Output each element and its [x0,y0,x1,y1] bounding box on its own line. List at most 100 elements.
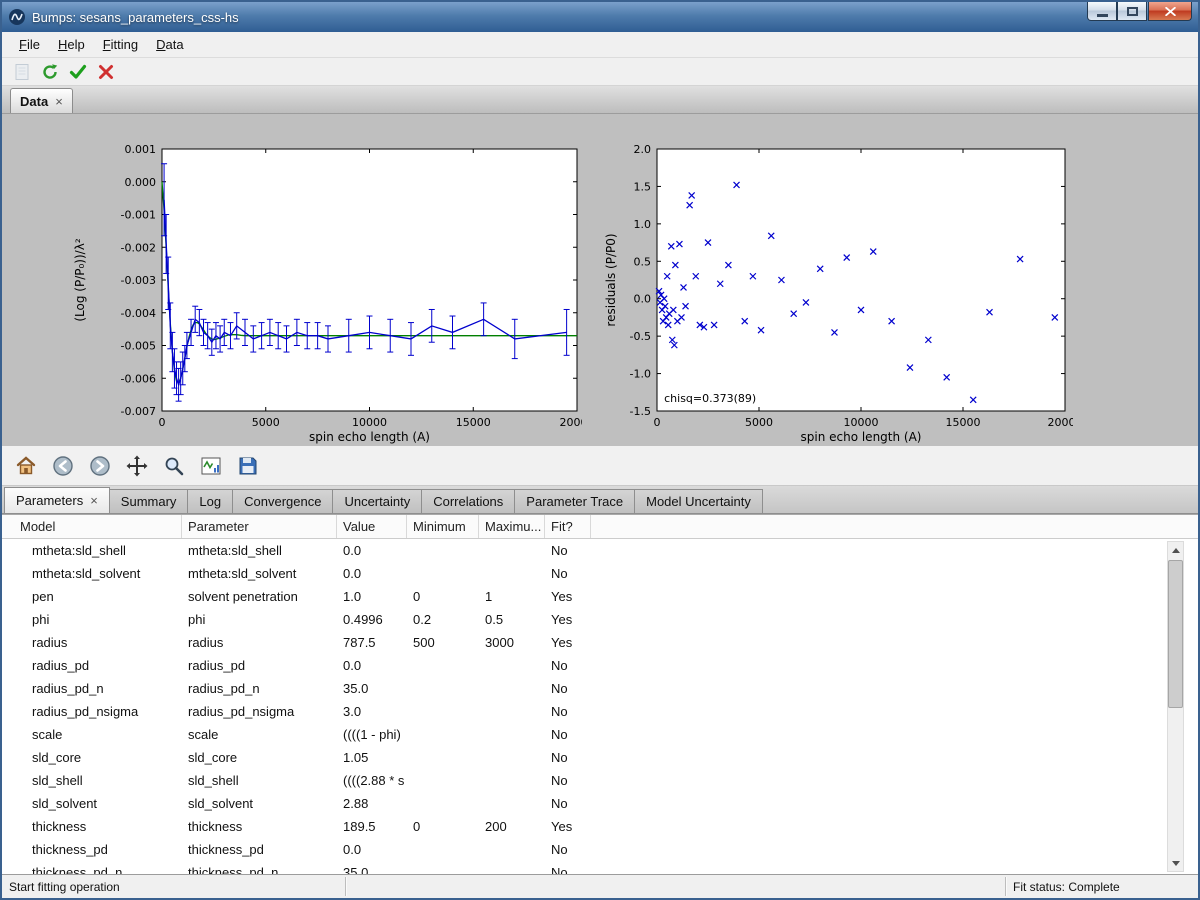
menu-help[interactable]: Help [49,34,94,55]
start-fit-button[interactable] [66,60,90,84]
table-row-sld_shell[interactable]: sld_shellsld_shell((((2.88 * sNo [2,769,1198,792]
scroll-up-button[interactable] [1168,542,1183,558]
home-button[interactable] [12,452,40,480]
table-row-radius_pd_nsigma[interactable]: radius_pd_nsigmaradius_pd_nsigma3.0No [2,700,1198,723]
scroll-down-button[interactable] [1168,855,1183,871]
status-middle [346,875,1005,898]
tab-uncertainty[interactable]: Uncertainty [332,489,422,513]
column-header-maximu[interactable]: Maximu... [479,515,545,538]
cell-value: 0.0 [337,539,407,562]
cell-value: ((((1 - phi) [337,723,407,746]
stop-fit-button[interactable] [94,60,118,84]
subplots-button[interactable] [197,452,225,480]
close-button[interactable] [1148,2,1192,21]
table-row-radius_pd_n[interactable]: radius_pd_nradius_pd_n35.0No [2,677,1198,700]
column-header-fit?[interactable]: Fit? [545,515,591,538]
tab-summary[interactable]: Summary [109,489,189,513]
column-header-model[interactable]: Model [2,515,182,538]
tab-close-icon[interactable]: × [90,493,98,508]
table-row-thickness_pd_n[interactable]: thickness_pd_nthickness_pd_n35.0No [2,861,1198,874]
pan-button[interactable] [123,452,151,480]
table-row-radius_pd[interactable]: radius_pdradius_pd0.0No [2,654,1198,677]
x-tick-label: 20000 [560,416,583,429]
cell-minimum: 500 [407,631,479,654]
forward-button[interactable] [86,452,114,480]
table-row-phi[interactable]: phiphi0.49960.20.5Yes [2,608,1198,631]
tab-parameter-trace[interactable]: Parameter Trace [514,489,635,513]
tab-label: Correlations [433,494,503,509]
cell-model: radius_pd [2,654,182,677]
title-bar[interactable]: Bumps: sesans_parameters_css-hs [2,2,1198,32]
column-header-parameter[interactable]: Parameter [182,515,337,538]
document-tab-bar: Data × [2,86,1198,114]
cell-model: sld_core [2,746,182,769]
table-row-mtheta-sld_shell[interactable]: mtheta:sld_shellmtheta:sld_shell0.0No [2,539,1198,562]
menu-file[interactable]: File [10,34,49,55]
x-tick-label: 0 [159,416,166,429]
document-button[interactable] [10,60,34,84]
y-axis-label: residuals (P/P0) [604,233,618,326]
table-row-pen[interactable]: pensolvent penetration1.001Yes [2,585,1198,608]
column-header-value[interactable]: Value [337,515,407,538]
app-window: Bumps: sesans_parameters_css-hs FileHelp… [0,0,1200,900]
y-tick-label: -1.0 [630,368,651,381]
cell-maximum [479,838,545,861]
cell-value: 3.0 [337,700,407,723]
zoom-button[interactable] [160,452,188,480]
cell-value: 189.5 [337,815,407,838]
cell-value: 35.0 [337,861,407,874]
table-row-sld_solvent[interactable]: sld_solventsld_solvent2.88No [2,792,1198,815]
tab-data[interactable]: Data × [10,88,73,113]
cell-fit: No [545,723,591,746]
axes-frame [657,149,1065,411]
y-tick-label: 0.5 [634,255,652,268]
minimize-button[interactable] [1087,2,1117,21]
vertical-scrollbar[interactable] [1167,541,1184,872]
cell-minimum [407,769,479,792]
cell-parameter: sld_core [182,746,337,769]
table-row-sld_core[interactable]: sld_coresld_core1.05No [2,746,1198,769]
tab-log[interactable]: Log [187,489,233,513]
cell-value: 787.5 [337,631,407,654]
tab-convergence[interactable]: Convergence [232,489,333,513]
cell-value: ((((2.88 * s [337,769,407,792]
tab-parameters[interactable]: Parameters× [4,487,110,513]
cell-maximum [479,723,545,746]
cell-minimum [407,562,479,585]
cell-maximum [479,562,545,585]
cell-value: 0.0 [337,838,407,861]
fit-plot[interactable]: 050001000015000200000.0010.000-0.001-0.0… [70,141,582,445]
close-icon [1165,7,1176,16]
y-tick-label: -0.5 [630,330,651,343]
tab-close-icon[interactable]: × [55,94,63,109]
residuals-plot[interactable]: 050001000015000200002.01.51.00.50.0-0.5-… [603,141,1073,445]
cell-fit: No [545,562,591,585]
table-row-mtheta-sld_solvent[interactable]: mtheta:sld_solventmtheta:sld_solvent0.0N… [2,562,1198,585]
column-header-minimum[interactable]: Minimum [407,515,479,538]
menu-fitting[interactable]: Fitting [94,34,147,55]
x-tick-label: 0 [654,416,661,429]
save-button[interactable] [234,452,262,480]
maximize-button[interactable] [1117,2,1147,21]
table-row-thickness[interactable]: thicknessthickness189.50200Yes [2,815,1198,838]
table-row-radius[interactable]: radiusradius787.55003000Yes [2,631,1198,654]
table-row-scale[interactable]: scalescale((((1 - phi)No [2,723,1198,746]
tab-model-uncertainty[interactable]: Model Uncertainty [634,489,763,513]
y-tick-label: -0.007 [121,405,156,418]
notebook-tabs: Parameters×SummaryLog Convergence Uncertai… [2,486,1198,514]
table-row-thickness_pd[interactable]: thickness_pdthickness_pd0.0No [2,838,1198,861]
cell-maximum [479,861,545,874]
back-button[interactable] [49,452,77,480]
status-message: Start fitting operation [2,875,345,898]
x-axis-label: spin echo length (A) [309,430,430,444]
cell-parameter: scale [182,723,337,746]
cell-parameter: solvent penetration [182,585,337,608]
x-tick-label: 20000 [1048,416,1074,429]
scrollbar-thumb[interactable] [1168,560,1183,708]
cell-model: pen [2,585,182,608]
menu-data[interactable]: Data [147,34,192,55]
cell-parameter: radius_pd_n [182,677,337,700]
reload-button[interactable] [38,60,62,84]
tab-correlations[interactable]: Correlations [421,489,515,513]
tab-label: Convergence [244,494,321,509]
